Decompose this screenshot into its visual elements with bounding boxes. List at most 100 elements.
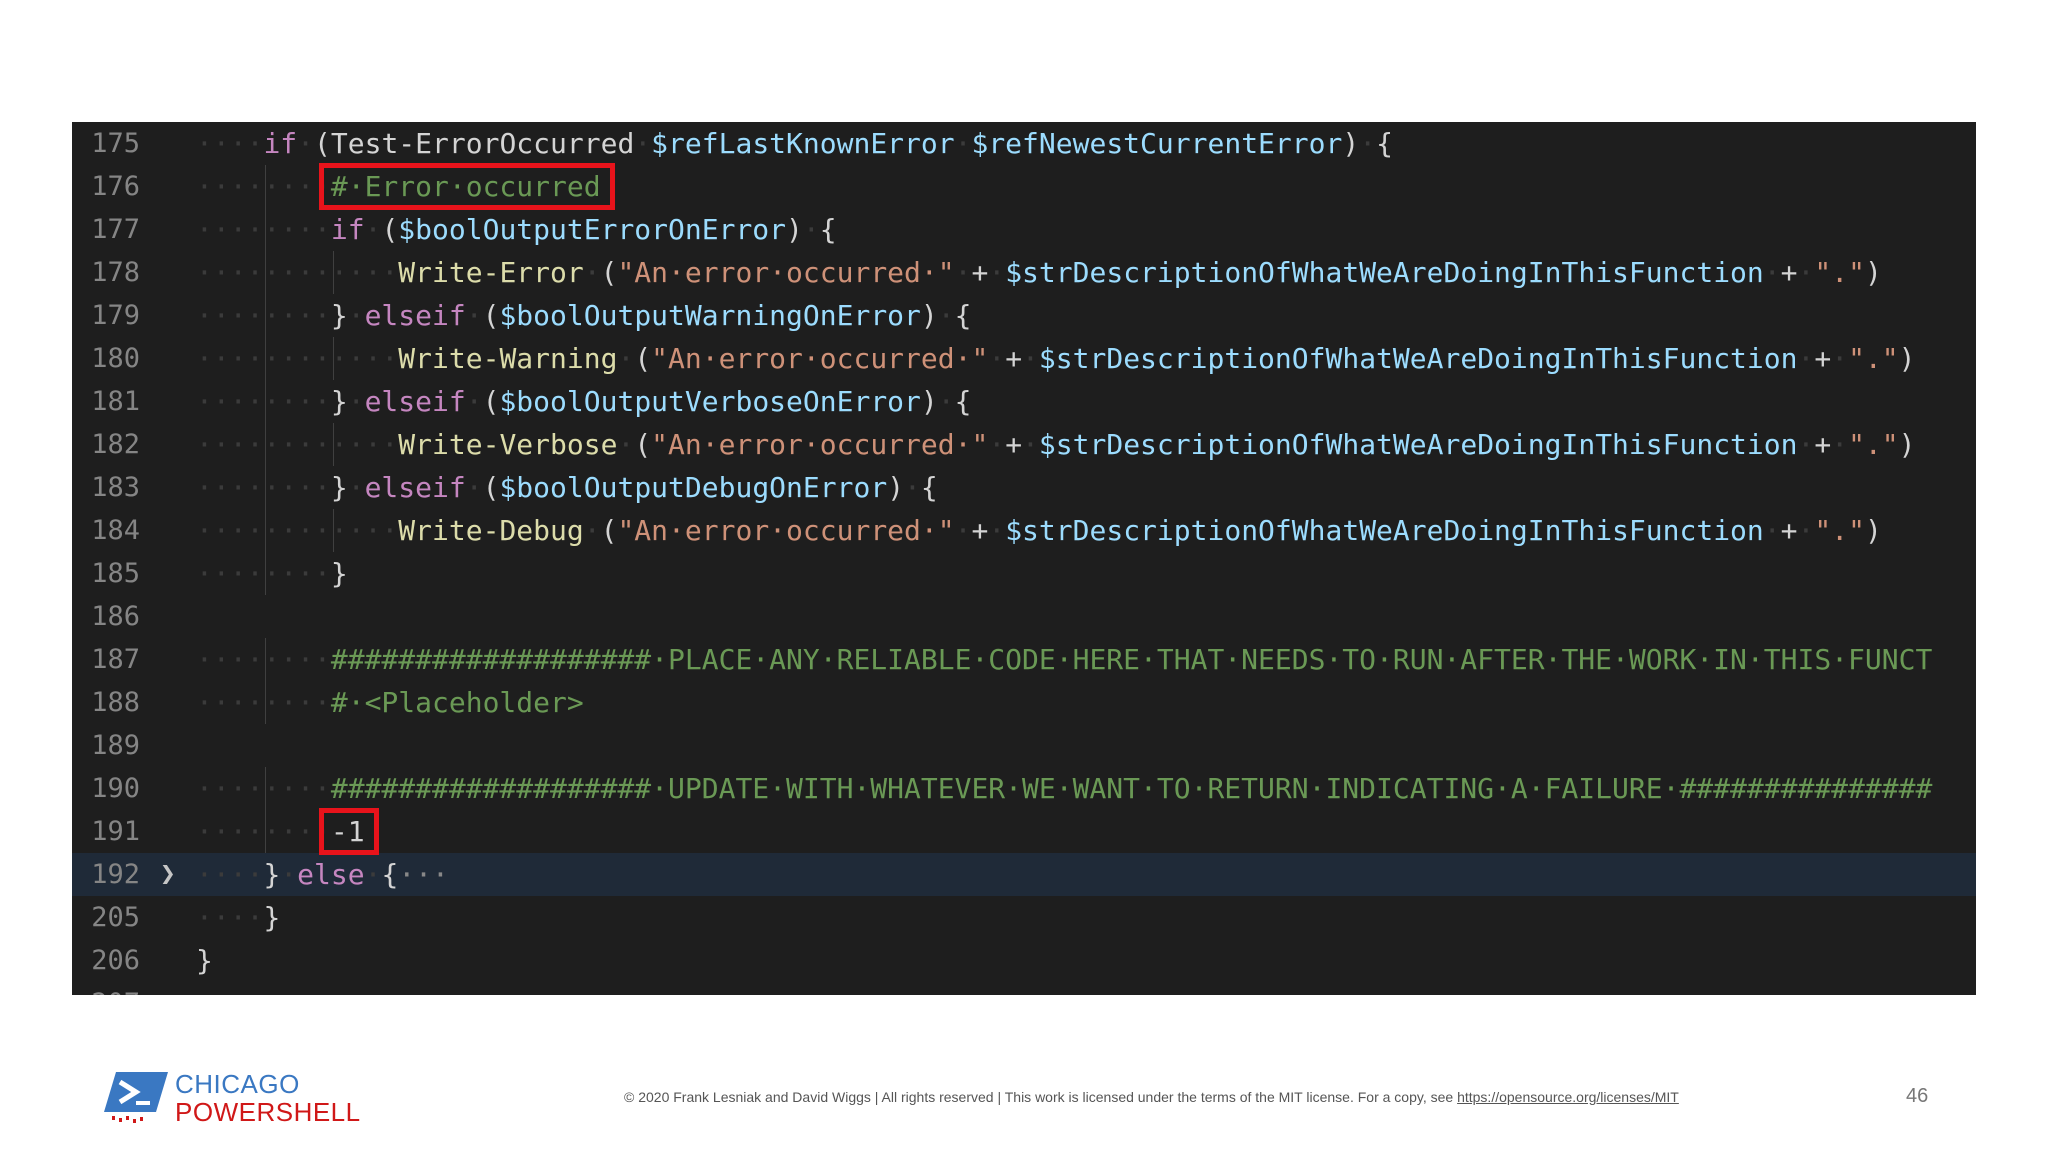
code-token: ·: [954, 514, 972, 547]
line-number: 183: [91, 472, 140, 503]
line-number: 176: [91, 171, 140, 202]
code-token: +: [1005, 342, 1023, 375]
code-line[interactable]: 188 ········#·<Placeholder>: [72, 681, 1976, 724]
code-line[interactable]: 206}: [72, 939, 1976, 982]
code-token: ·: [802, 213, 820, 246]
code-token: ·: [904, 471, 921, 504]
code-text: ········}: [196, 552, 348, 595]
code-token: ".": [1848, 428, 1899, 461]
chicago-powershell-logo: [102, 1068, 170, 1126]
code-token: ·: [937, 385, 955, 418]
code-line[interactable]: 179 ········}·elseif·($boolOutputWarningO…: [72, 294, 1976, 337]
code-token: (: [600, 256, 618, 289]
code-token: ): [1898, 428, 1916, 461]
whitespace-marker: ········: [196, 471, 331, 504]
code-token: $refLastKnownError: [651, 127, 955, 160]
chevron-right-icon[interactable]: ❯: [160, 853, 176, 896]
code-text: ············Write-Debug·("An·error·occur…: [196, 509, 1882, 552]
line-number: 179: [91, 300, 140, 331]
code-token: ·: [465, 471, 483, 504]
code-token: +: [1814, 428, 1832, 461]
brand-name-line1: CHICAGO: [175, 1069, 300, 1099]
license-link[interactable]: https://opensource.org/licenses/MIT: [1457, 1089, 1679, 1105]
code-token: ·: [347, 385, 365, 418]
code-token: ·: [1763, 514, 1781, 547]
code-text: ········###################·PLACE·ANY·RE…: [196, 638, 1932, 681]
code-text: ····}·else·{···: [196, 853, 449, 896]
whitespace-marker: ············: [196, 256, 399, 289]
code-token: (: [634, 428, 652, 461]
code-line[interactable]: 178 ············Write-Error·("An·error·oc…: [72, 251, 1976, 294]
whitespace-marker: ········: [196, 170, 331, 203]
code-line[interactable]: 180 ············Write-Warning·("An·error·…: [72, 337, 1976, 380]
code-token: (Test-ErrorOccurred: [314, 127, 635, 160]
code-token: ·: [1831, 342, 1849, 375]
copyright-notice: © 2020 Frank Lesniak and David Wiggs | A…: [624, 1089, 1679, 1105]
code-line[interactable]: 175 ····if·(Test-ErrorOccurred·$refLastKn…: [72, 122, 1976, 165]
code-token: ·: [280, 858, 298, 891]
code-token: elseif: [364, 385, 466, 418]
code-text: ········}·elseif·($boolOutputWarningOnEr…: [196, 294, 971, 337]
code-token: else: [297, 858, 365, 891]
code-token: Write-Warning: [398, 342, 618, 375]
code-token: ·: [1831, 428, 1849, 461]
line-number: 189: [91, 730, 140, 761]
brand-name-line2: POWERSHELL: [175, 1097, 361, 1127]
code-line[interactable]: 187 ········###################·PLACE·ANY…: [72, 638, 1976, 681]
code-token: Write-Debug: [398, 514, 584, 547]
line-number: 181: [91, 386, 140, 417]
code-token: +: [1780, 514, 1798, 547]
code-line[interactable]: 181 ········}·elseif·($boolOutputVerboseO…: [72, 380, 1976, 423]
code-token: }: [330, 385, 348, 418]
code-line[interactable]: 177 ········if·($boolOutputErrorOnError)·…: [72, 208, 1976, 251]
code-line[interactable]: 182 ············Write-Verbose·("An·error·…: [72, 423, 1976, 466]
code-token: ·: [1797, 256, 1815, 289]
code-token: ·: [583, 256, 601, 289]
whitespace-marker: ············: [196, 514, 399, 547]
code-token: ): [1864, 256, 1882, 289]
line-number: 191: [91, 816, 140, 847]
code-token: {: [819, 213, 837, 246]
code-line[interactable]: 185 ········}: [72, 552, 1976, 595]
code-token: ·: [1763, 256, 1781, 289]
code-text: ········}·elseif·($boolOutputVerboseOnEr…: [196, 380, 971, 423]
code-token: }: [330, 299, 348, 332]
code-editor[interactable]: 175 ····if·(Test-ErrorOccurred·$refLastKn…: [72, 122, 1976, 995]
code-line[interactable]: 192 ❯ ····}·else·{···: [72, 853, 1976, 896]
line-number: 182: [91, 429, 140, 460]
line-number: 185: [91, 558, 140, 589]
code-text: ········}·elseif·($boolOutputDebugOnErro…: [196, 466, 938, 509]
whitespace-marker: ····: [196, 127, 264, 160]
code-line[interactable]: 186: [72, 595, 1976, 638]
code-line[interactable]: 205 ····}: [72, 896, 1976, 939]
code-token: "An·error·occurred·": [617, 256, 955, 289]
code-token: ·: [364, 213, 382, 246]
whitespace-marker: ········: [196, 815, 331, 848]
code-token: $strDescriptionOfWhatWeAreDoingInThisFun…: [1005, 256, 1764, 289]
code-token: {: [381, 858, 399, 891]
code-token: (: [482, 299, 500, 332]
code-text: ············Write-Error·("An·error·occur…: [196, 251, 1882, 294]
code-token: ·: [954, 256, 972, 289]
code-line[interactable]: 189: [72, 724, 1976, 767]
code-line[interactable]: 183 ········}·elseif·($boolOutputDebugOnE…: [72, 466, 1976, 509]
code-token: $strDescriptionOfWhatWeAreDoingInThisFun…: [1038, 342, 1798, 375]
code-token: }: [263, 901, 281, 934]
code-token: (: [634, 342, 652, 375]
code-token: +: [971, 514, 989, 547]
code-token: Write-Error: [398, 256, 584, 289]
code-text: ····if·(Test-ErrorOccurred·$refLastKnown…: [196, 122, 1393, 165]
code-token: }: [330, 471, 348, 504]
code-line[interactable]: 207: [72, 982, 1976, 995]
code-token: ): [920, 299, 938, 332]
whitespace-marker: ····: [196, 901, 264, 934]
code-line[interactable]: 190 ········###################·UPDATE·WI…: [72, 767, 1976, 810]
code-token: ·: [1797, 514, 1815, 547]
code-token: ): [920, 385, 938, 418]
line-number: 188: [91, 687, 140, 718]
line-number: 178: [91, 257, 140, 288]
code-token: #·<Placeholder>: [330, 686, 584, 719]
whitespace-marker: ········: [196, 686, 331, 719]
code-token: ·: [1022, 428, 1039, 461]
code-line[interactable]: 184 ············Write-Debug·("An·error·oc…: [72, 509, 1976, 552]
